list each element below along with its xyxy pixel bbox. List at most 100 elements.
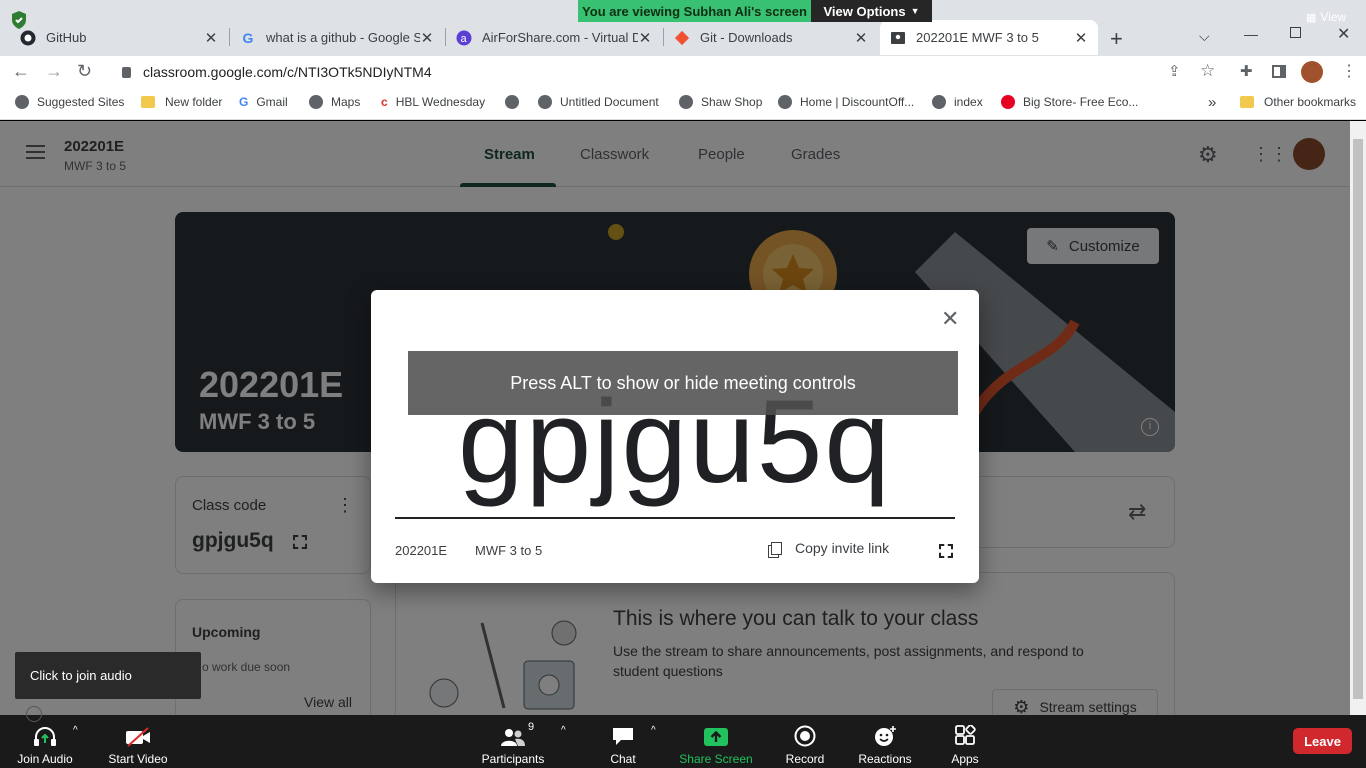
bookmark-label: Shaw Shop: [701, 95, 763, 109]
forward-arrow-icon[interactable]: →: [45, 61, 63, 82]
class-code-dialog: ✕ gpjgu5q 202201E MWF 3 to 5 Copy invite…: [371, 290, 979, 583]
hint-text: Press ALT to show or hide meeting contro…: [510, 372, 856, 393]
close-tab-icon[interactable]: ✕: [1074, 29, 1088, 47]
scrollbar-thumb[interactable]: [1353, 139, 1363, 699]
minimize-button[interactable]: —: [1244, 26, 1258, 42]
tab-title: AirForShare.com - Virtual De: [482, 30, 638, 45]
restore-button[interactable]: [1290, 27, 1301, 38]
bookmark-hbl-wednesday[interactable]: c HBL Wednesday: [381, 95, 485, 109]
classroom-icon: [890, 30, 906, 46]
globe-icon: [932, 95, 946, 109]
close-tab-icon[interactable]: ✕: [204, 29, 218, 47]
help-icon[interactable]: [26, 706, 42, 722]
bookmark-label: Maps: [331, 95, 361, 109]
reactions-button[interactable]: Reactions: [845, 721, 925, 766]
airforshare-icon: a: [456, 30, 472, 46]
bookmark-label: index: [954, 95, 983, 109]
bookmark-unnamed[interactable]: [505, 95, 527, 109]
audio-options-caret[interactable]: ^: [73, 725, 78, 736]
bookmark-discountoff[interactable]: Home | DiscountOff...: [778, 95, 914, 109]
tab-github[interactable]: GitHub ✕: [10, 20, 228, 55]
participants-button[interactable]: 9 Participants: [473, 721, 553, 766]
bookmark-label: Suggested Sites: [37, 95, 125, 109]
meeting-controls-hint: Press ALT to show or hide meeting contro…: [408, 351, 958, 415]
toolbar: ← → ↻ classroom.google.com/c/NTI3OTk5NDI…: [0, 56, 1366, 89]
bookmark-label: Home | DiscountOff...: [800, 95, 915, 109]
tab-classroom[interactable]: 202201E MWF 3 to 5 ✕: [880, 20, 1098, 55]
view-button[interactable]: ▦ View: [1306, 10, 1346, 24]
participants-options-caret[interactable]: ^: [561, 725, 566, 736]
page-scrollbar[interactable]: [1350, 121, 1366, 715]
folder-icon: [1240, 96, 1254, 108]
bookmark-new-folder[interactable]: New folder: [141, 95, 222, 109]
github-icon: [20, 30, 36, 46]
tab-airforshare[interactable]: a AirForShare.com - Virtual De ✕: [446, 20, 662, 55]
bookmark-label: New folder: [165, 95, 223, 109]
tab-git-downloads[interactable]: Git - Downloads ✕: [664, 20, 878, 55]
view-options-button[interactable]: View Options ▼: [811, 0, 932, 22]
new-tab-button[interactable]: +: [1110, 26, 1123, 52]
bookmark-suggested-sites[interactable]: Suggested Sites: [15, 95, 124, 109]
tab-title: what is a github - Google Se: [266, 30, 420, 45]
tooltip-text: Click to join audio: [30, 668, 132, 683]
menu-dots-icon[interactable]: ⋮: [1341, 61, 1357, 81]
share-screen-button[interactable]: Share Screen: [676, 721, 756, 766]
participant-count: 9: [528, 721, 535, 733]
profile-avatar[interactable]: [1301, 61, 1323, 83]
record-icon: [794, 725, 816, 747]
leave-button[interactable]: Leave: [1293, 728, 1352, 754]
bookmark-shaw-shop[interactable]: Shaw Shop: [679, 95, 762, 109]
chat-options-caret[interactable]: ^: [651, 725, 656, 736]
reload-icon[interactable]: ↻: [77, 61, 92, 82]
close-tab-icon[interactable]: ✕: [420, 29, 434, 47]
lock-icon: [122, 66, 131, 78]
share-screen-icon: [704, 728, 728, 746]
tab-title: Git - Downloads: [700, 30, 793, 45]
fullscreen-icon[interactable]: [939, 544, 953, 558]
record-label: Record: [785, 752, 825, 766]
close-window-button[interactable]: ✕: [1337, 24, 1350, 44]
bookmark-untitled-document[interactable]: Untitled Document: [538, 95, 659, 109]
share-icon[interactable]: ⇪: [1168, 62, 1181, 80]
close-tab-icon[interactable]: ✕: [854, 29, 868, 47]
join-audio-label: Join Audio: [17, 752, 73, 766]
copy-invite-link-button[interactable]: Copy invite link: [771, 540, 889, 556]
copy-icon: [771, 541, 782, 555]
side-panel-icon[interactable]: [1272, 65, 1286, 78]
address-bar[interactable]: classroom.google.com/c/NTI3OTk5NDIyNTM4: [108, 58, 1223, 86]
leave-label: Leave: [1304, 733, 1341, 749]
back-arrow-icon[interactable]: ←: [12, 61, 30, 82]
bookmark-label: Other bookmarks: [1264, 95, 1357, 109]
close-icon[interactable]: ✕: [941, 306, 959, 332]
bookmark-gmail[interactable]: G Gmail: [239, 95, 288, 109]
star-icon[interactable]: ☆: [1200, 61, 1215, 81]
reactions-label: Reactions: [858, 752, 912, 766]
zoom-meeting-toolbar: Join Audio ^ Start Video 9 Participants …: [0, 715, 1366, 768]
tab-google-search[interactable]: G what is a github - Google Se ✕: [230, 20, 444, 55]
globe-icon: [505, 95, 519, 109]
tab-search-chevron-icon[interactable]: ⌵: [1199, 28, 1210, 45]
headphones-icon: [34, 727, 56, 746]
bookmark-label: Gmail: [256, 95, 288, 109]
reactions-icon: [875, 726, 896, 746]
bookmark-maps[interactable]: Maps: [309, 95, 360, 109]
close-tab-icon[interactable]: ✕: [638, 29, 652, 47]
bookmarks-overflow-button[interactable]: »: [1208, 94, 1216, 111]
tab-title: GitHub: [46, 30, 87, 45]
extensions-icon[interactable]: ✚: [1240, 62, 1253, 80]
share-screen-label: Share Screen: [679, 752, 753, 766]
screen-share-banner: You are viewing Subhan Ali's screen View…: [578, 0, 932, 22]
bookmark-big-store[interactable]: Big Store- Free Eco...: [1001, 95, 1138, 109]
chat-icon: [613, 728, 633, 745]
other-bookmarks[interactable]: Other bookmarks: [1240, 95, 1356, 109]
start-video-button[interactable]: Start Video: [98, 721, 178, 766]
bookmark-index[interactable]: index: [932, 95, 983, 109]
chevron-down-icon: ▼: [910, 6, 920, 16]
globe-icon: [309, 95, 323, 109]
copy-invite-link-label: Copy invite link: [795, 540, 890, 556]
tab-title: 202201E MWF 3 to 5: [916, 30, 1039, 45]
record-button[interactable]: Record: [765, 721, 845, 766]
svg-text:a: a: [461, 33, 468, 45]
apps-button[interactable]: Apps: [925, 721, 1005, 766]
url-text: classroom.google.com/c/NTI3OTk5NDIyNTM4: [143, 64, 432, 80]
